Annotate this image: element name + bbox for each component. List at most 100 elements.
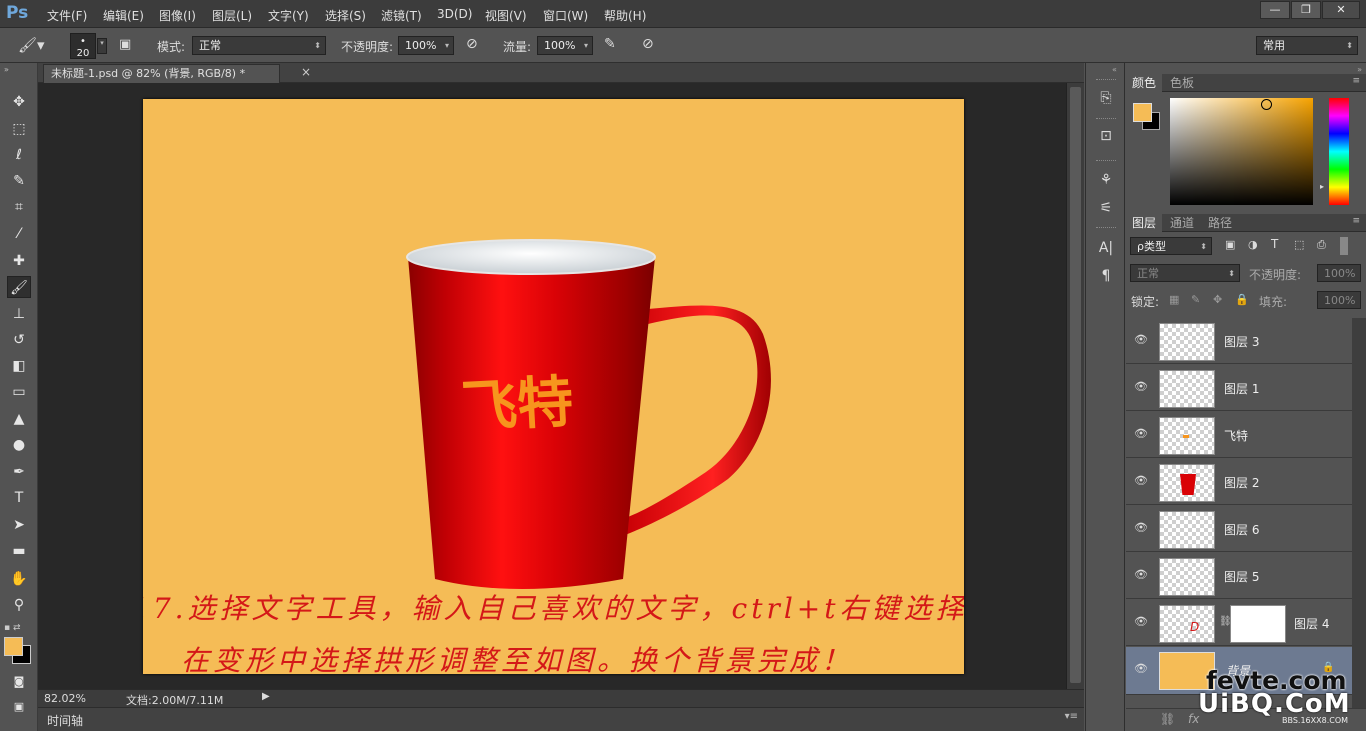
- visibility-eye-icon[interactable]: 👁: [1133, 333, 1149, 347]
- menu-help[interactable]: 帮助(H): [604, 7, 646, 24]
- visibility-eye-icon[interactable]: 👁: [1133, 615, 1149, 629]
- menu-window[interactable]: 窗口(W): [543, 7, 588, 24]
- layer-filter-select[interactable]: ρ类型 ⬍: [1130, 237, 1212, 255]
- marquee-tool-icon[interactable]: ⬚: [7, 118, 31, 140]
- restore-button[interactable]: ❐: [1291, 1, 1321, 19]
- menu-layer[interactable]: 图层(L): [212, 7, 252, 24]
- menu-filter[interactable]: 滤镜(T): [381, 7, 422, 24]
- history-brush-tool-icon[interactable]: ↺: [7, 329, 31, 351]
- airbrush-icon[interactable]: ✎: [604, 36, 624, 56]
- layer-name[interactable]: 背景: [1226, 662, 1250, 679]
- menu-image[interactable]: 图像(I): [159, 7, 196, 24]
- layer-opacity-field[interactable]: 100%: [1317, 264, 1361, 282]
- collapse-arrows-icon[interactable]: »: [1357, 65, 1362, 74]
- swap-colors-icon[interactable]: ▪ ⇄: [4, 623, 34, 635]
- flow-field[interactable]: 100% ▾: [537, 36, 593, 55]
- layer-row-layer5[interactable]: 👁 图层 5: [1126, 553, 1352, 599]
- close-tab-icon[interactable]: ×: [301, 65, 311, 79]
- tab-swatches[interactable]: 色板: [1164, 74, 1200, 92]
- layer-name[interactable]: 图层 5: [1224, 568, 1259, 585]
- menu-select[interactable]: 选择(S): [325, 7, 366, 24]
- collapse-arrows-icon[interactable]: «: [1112, 65, 1117, 74]
- history-icon[interactable]: ⎘: [1095, 88, 1117, 108]
- layer-row-layer3[interactable]: 👁 图层 3: [1126, 318, 1352, 364]
- quick-mask-icon[interactable]: ◙: [7, 671, 31, 693]
- visibility-eye-icon[interactable]: 👁: [1133, 521, 1149, 535]
- lasso-tool-icon[interactable]: ℓ: [7, 144, 31, 166]
- eraser-tool-icon[interactable]: ◧: [7, 355, 31, 377]
- mode-select[interactable]: 正常 ⬍: [192, 36, 326, 55]
- tab-channels[interactable]: 通道: [1164, 214, 1200, 232]
- visibility-eye-icon[interactable]: 👁: [1133, 568, 1149, 582]
- menu-type[interactable]: 文字(Y): [268, 7, 309, 24]
- eyedropper-tool-icon[interactable]: ⁄: [7, 223, 31, 245]
- move-tool-icon[interactable]: ✥: [7, 91, 31, 113]
- visibility-eye-icon[interactable]: 👁: [1133, 427, 1149, 441]
- menu-3d[interactable]: 3D(D): [437, 7, 472, 21]
- adjustments-icon[interactable]: ⚟: [1095, 198, 1117, 218]
- hue-slider-arrow-icon[interactable]: ▸: [1320, 182, 1324, 191]
- blur-tool-icon[interactable]: ▲: [7, 408, 31, 430]
- blend-mode-select[interactable]: 正常 ⬍: [1130, 264, 1240, 282]
- lock-pixels-icon[interactable]: ✎: [1191, 293, 1200, 306]
- brush-presets-icon[interactable]: ⚘: [1095, 170, 1117, 190]
- panel-menu-icon[interactable]: ≡: [1352, 216, 1360, 226]
- filter-pixel-icon[interactable]: ▣: [1225, 238, 1235, 251]
- menu-edit[interactable]: 编辑(E): [103, 7, 144, 24]
- paragraph-icon[interactable]: ¶: [1095, 266, 1117, 286]
- stamp-tool-icon[interactable]: ⊥: [7, 303, 31, 325]
- character-icon[interactable]: A|: [1095, 238, 1117, 258]
- visibility-eye-icon[interactable]: 👁: [1133, 380, 1149, 394]
- close-button[interactable]: ✕: [1322, 1, 1360, 19]
- brush-tool-preset-icon[interactable]: 🖌▾: [18, 36, 48, 56]
- layer-name[interactable]: 图层 4: [1294, 615, 1329, 632]
- lock-all-icon[interactable]: 🔒: [1235, 293, 1249, 306]
- opacity-field[interactable]: 100% ▾: [398, 36, 454, 55]
- hand-tool-icon[interactable]: ✋: [7, 568, 31, 590]
- brush-size-dropdown-icon[interactable]: ▾: [97, 38, 107, 54]
- lock-transparent-icon[interactable]: ▦: [1169, 293, 1179, 306]
- filter-toggle[interactable]: [1340, 237, 1348, 255]
- layer-row-feite[interactable]: 👁 飞特: [1126, 412, 1352, 458]
- zoom-level[interactable]: 82.02%: [44, 692, 86, 705]
- tab-paths[interactable]: 路径: [1202, 214, 1238, 232]
- brush-tool-icon[interactable]: 🖌: [7, 276, 31, 298]
- filter-smart-object-icon[interactable]: ⎙: [1317, 238, 1326, 252]
- brush-panel-toggle-icon[interactable]: ▣: [119, 37, 137, 55]
- screen-mode-icon[interactable]: ▣: [7, 696, 31, 718]
- shape-tool-icon[interactable]: ▬: [7, 540, 31, 562]
- gradient-tool-icon[interactable]: ▭: [7, 381, 31, 403]
- menu-file[interactable]: 文件(F): [47, 7, 87, 24]
- status-menu-arrow-icon[interactable]: ▶: [262, 691, 270, 702]
- layer-name[interactable]: 图层 3: [1224, 333, 1259, 350]
- 3d-object-icon[interactable]: ⊡: [1095, 126, 1117, 146]
- tab-color[interactable]: 颜色: [1126, 74, 1163, 92]
- scroll-thumb[interactable]: [1070, 87, 1081, 683]
- document-canvas[interactable]: 飞特 17.选择文字工具，输入自己喜欢的文字，ctrl+t右键选择变形 在变形中…: [143, 99, 964, 674]
- fx-icon[interactable]: fx: [1188, 712, 1199, 726]
- filter-shape-icon[interactable]: ⬚: [1294, 238, 1304, 251]
- foreground-color-swatch[interactable]: [4, 637, 23, 656]
- filter-type-icon[interactable]: T: [1271, 237, 1278, 251]
- pressure-opacity-icon[interactable]: ⊘: [466, 36, 486, 56]
- minimize-button[interactable]: —: [1260, 1, 1290, 19]
- layer-row-layer2[interactable]: 👁 图层 2: [1126, 459, 1352, 505]
- layer-row-layer4[interactable]: 👁 D ⛓ 图层 4: [1126, 600, 1352, 646]
- crop-tool-icon[interactable]: ⌗: [7, 196, 31, 218]
- layers-scrollbar[interactable]: [1352, 318, 1366, 708]
- lock-position-icon[interactable]: ✥: [1213, 293, 1222, 306]
- panel-menu-icon[interactable]: ≡: [1352, 76, 1360, 86]
- layer-row-layer6[interactable]: 👁 图层 6: [1126, 506, 1352, 552]
- vertical-scrollbar[interactable]: [1066, 83, 1084, 689]
- tab-layers[interactable]: 图层: [1126, 214, 1163, 232]
- menu-view[interactable]: 视图(V): [485, 7, 527, 24]
- filter-adjustment-icon[interactable]: ◑: [1248, 238, 1258, 251]
- link-layers-icon[interactable]: ⛓: [1160, 712, 1175, 726]
- layer-row-background[interactable]: 👁 背景 🔒: [1126, 647, 1352, 695]
- quick-select-tool-icon[interactable]: ✎: [7, 170, 31, 192]
- fill-field[interactable]: 100%: [1317, 291, 1361, 309]
- layer-name[interactable]: 图层 2: [1224, 474, 1259, 491]
- foreground-color-swatch[interactable]: [1133, 103, 1152, 122]
- hue-slider[interactable]: [1329, 98, 1349, 205]
- layer-name[interactable]: 图层 6: [1224, 521, 1259, 538]
